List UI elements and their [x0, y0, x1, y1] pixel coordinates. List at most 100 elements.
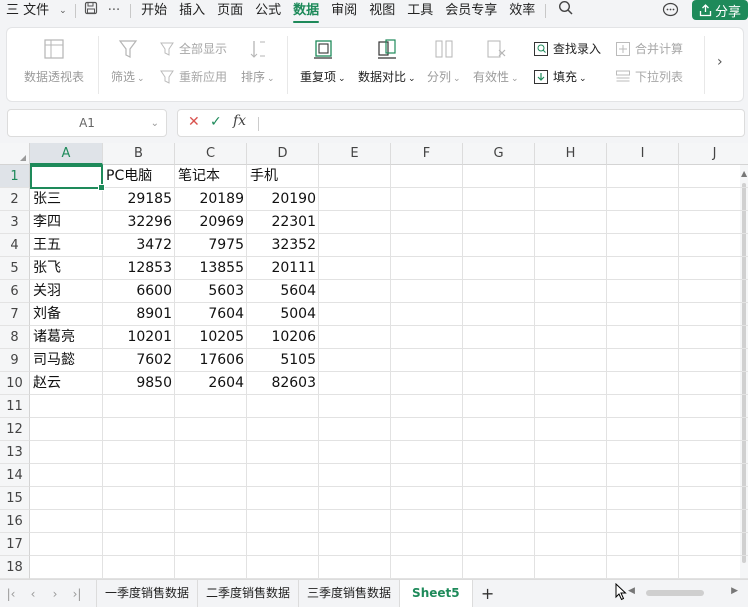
row-header[interactable]: 2: [0, 188, 30, 211]
row-header[interactable]: 1: [0, 165, 30, 188]
cell[interactable]: 5604: [247, 280, 319, 303]
cell[interactable]: 22301: [247, 211, 319, 234]
next-sheet-icon[interactable]: ›: [44, 587, 66, 601]
cell[interactable]: 32296: [103, 211, 175, 234]
row-header[interactable]: 12: [0, 418, 30, 441]
cell[interactable]: 赵云: [30, 372, 103, 395]
cell[interactable]: 5105: [247, 349, 319, 372]
cell[interactable]: 5603: [175, 280, 247, 303]
cell[interactable]: 7975: [175, 234, 247, 257]
vertical-scrollbar[interactable]: ▲: [740, 165, 748, 579]
row-header[interactable]: 10: [0, 372, 30, 395]
cancel-icon[interactable]: ✕: [188, 114, 200, 130]
tab-efficiency[interactable]: 效率: [503, 1, 541, 21]
tab-page[interactable]: 页面: [211, 1, 249, 21]
cell[interactable]: 8901: [103, 303, 175, 326]
cell[interactable]: 32352: [247, 234, 319, 257]
fill-button[interactable]: 填充 ⌄: [533, 68, 587, 85]
cell[interactable]: 10206: [247, 326, 319, 349]
scroll-up-icon[interactable]: ▲: [741, 169, 747, 178]
scroll-left-icon[interactable]: ◀: [628, 586, 635, 596]
sheet-tab[interactable]: 二季度销售数据: [198, 580, 300, 607]
column-header[interactable]: D: [247, 143, 319, 165]
sheet-tab-active[interactable]: Sheet5: [400, 580, 473, 607]
row-header[interactable]: 11: [0, 395, 30, 418]
tab-member[interactable]: 会员专享: [439, 1, 503, 21]
select-all-corner[interactable]: [0, 143, 30, 165]
chevron-down-icon[interactable]: ⌄: [55, 1, 71, 21]
more-icon[interactable]: ···: [102, 1, 126, 21]
validity-button[interactable]: 有效性 ⌄: [473, 38, 519, 85]
ribbon-scroll-right-icon[interactable]: ›: [717, 54, 723, 70]
cell[interactable]: 13855: [175, 257, 247, 280]
file-menu[interactable]: 三 文件: [0, 1, 55, 21]
sheet-tab[interactable]: 一季度销售数据: [96, 580, 199, 607]
cell[interactable]: 20111: [247, 257, 319, 280]
cell[interactable]: 20969: [175, 211, 247, 234]
row-header[interactable]: 15: [0, 487, 30, 510]
row-header[interactable]: 8: [0, 326, 30, 349]
cell[interactable]: 诸葛亮: [30, 326, 103, 349]
cell[interactable]: 9850: [103, 372, 175, 395]
tab-home[interactable]: 开始: [135, 1, 173, 21]
column-header[interactable]: G: [463, 143, 535, 165]
split-column-button[interactable]: 分列 ⌄: [427, 38, 461, 85]
cell[interactable]: 17606: [175, 349, 247, 372]
row-header[interactable]: 7: [0, 303, 30, 326]
row-header[interactable]: 5: [0, 257, 30, 280]
tab-review[interactable]: 审阅: [325, 1, 363, 21]
cell[interactable]: 7604: [175, 303, 247, 326]
cell[interactable]: 7602: [103, 349, 175, 372]
tab-data[interactable]: 数据: [287, 1, 325, 23]
cell[interactable]: 6600: [103, 280, 175, 303]
scroll-right-icon[interactable]: ▶: [731, 586, 738, 596]
name-box[interactable]: A1 ⌄: [7, 109, 167, 137]
cell[interactable]: 2604: [175, 372, 247, 395]
compare-button[interactable]: 数据对比 ⌄: [358, 38, 416, 85]
sheet-tab[interactable]: 三季度销售数据: [299, 580, 401, 607]
formula-bar[interactable]: ✕ ✓ fx: [177, 109, 745, 137]
cell[interactable]: 张飞: [30, 257, 103, 280]
lookup-entry-button[interactable]: 查找录入: [533, 40, 601, 57]
horizontal-scroll-thumb[interactable]: [646, 590, 704, 596]
row-header[interactable]: 14: [0, 464, 30, 487]
comment-icon[interactable]: [662, 2, 679, 22]
column-header[interactable]: C: [175, 143, 247, 165]
fx-icon[interactable]: fx: [233, 113, 246, 129]
spreadsheet-grid[interactable]: ▲ A B C D E F G H I J 1 2 3 4 5 6 7 8 9 10 11 12 13 14 15 16 17 18 P…: [0, 143, 748, 579]
merge-calc-button[interactable]: 合并计算: [615, 40, 683, 57]
cell[interactable]: 刘备: [30, 303, 103, 326]
filter-button[interactable]: 筛选 ⌄: [111, 38, 145, 85]
duplicates-button[interactable]: 重复项 ⌄: [300, 38, 346, 85]
cell[interactable]: 王五: [30, 234, 103, 257]
first-sheet-icon[interactable]: |‹: [0, 587, 22, 601]
dropdown-list-button[interactable]: 下拉列表: [615, 68, 683, 85]
reapply-button[interactable]: 重新应用: [159, 68, 227, 85]
row-header[interactable]: 3: [0, 211, 30, 234]
row-header[interactable]: 9: [0, 349, 30, 372]
show-all-button[interactable]: 全部显示: [159, 40, 227, 57]
add-sheet-button[interactable]: +: [477, 584, 499, 603]
column-header[interactable]: A: [30, 143, 103, 165]
search-icon[interactable]: [550, 0, 581, 22]
row-header[interactable]: 4: [0, 234, 30, 257]
cell[interactable]: 关羽: [30, 280, 103, 303]
cell[interactable]: PC电脑: [103, 165, 175, 188]
tab-formula[interactable]: 公式: [249, 1, 287, 21]
cell[interactable]: 3472: [103, 234, 175, 257]
tab-tools[interactable]: 工具: [401, 1, 439, 21]
row-header[interactable]: 16: [0, 510, 30, 533]
active-cell-outline[interactable]: [30, 165, 105, 191]
pivot-table-button[interactable]: 数据透视表: [24, 38, 84, 85]
save-icon[interactable]: [80, 1, 102, 22]
tab-view[interactable]: 视图: [363, 1, 401, 21]
cell[interactable]: 10201: [103, 326, 175, 349]
column-header[interactable]: E: [319, 143, 391, 165]
vertical-scroll-thumb[interactable]: [742, 183, 746, 563]
column-header[interactable]: I: [607, 143, 679, 165]
cell[interactable]: 29185: [103, 188, 175, 211]
row-header[interactable]: 18: [0, 556, 30, 579]
column-header[interactable]: F: [391, 143, 463, 165]
cell[interactable]: 张三: [30, 188, 103, 211]
column-header[interactable]: B: [103, 143, 175, 165]
